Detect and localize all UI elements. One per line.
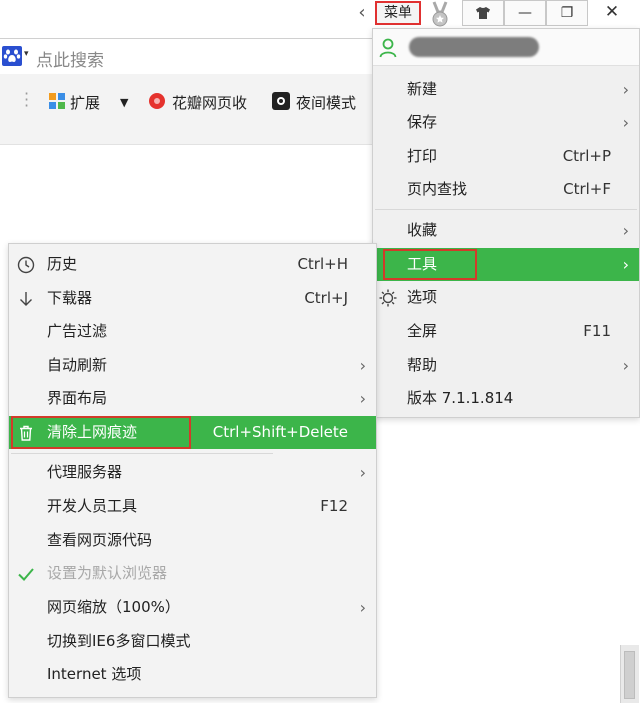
submenu-item-ie6-mode[interactable]: 切换到IE6多窗口模式 [9, 625, 376, 658]
submenu-item-devtools[interactable]: 开发人员工具 F12 [9, 490, 376, 523]
menu-item-label: 保存 [407, 113, 438, 131]
submenu-item-label: 查看网页源代码 [47, 531, 153, 549]
menu-item-shortcut: Ctrl+P [562, 147, 611, 165]
submenu-item-history[interactable]: 历史 Ctrl+H [9, 248, 376, 281]
submenu-item-label: 设置为默认浏览器 [47, 564, 168, 582]
submenu-item-internet-options[interactable]: Internet 选项 [9, 658, 376, 691]
menu-item-tools[interactable]: 工具 › [373, 248, 639, 281]
submenu-item-label: Internet 选项 [47, 665, 142, 683]
extension-toolbar: · · · 扩展 ▼ 花瓣网页收 夜间模式 [0, 74, 372, 145]
username-redacted [409, 37, 539, 57]
submenu-item-label: 开发人员工具 [47, 497, 138, 515]
submenu-item-clear-history[interactable]: 清除上网痕迹 Ctrl+Shift+Delete [9, 416, 376, 449]
menu-item-label: 全屏 [407, 322, 438, 340]
drag-handle-icon[interactable]: · · · [24, 86, 29, 114]
engine-dropdown-icon[interactable]: ▾ [24, 49, 29, 59]
submenu-item-shortcut: Ctrl+Shift+Delete [212, 423, 348, 441]
close-button[interactable]: ✕ [588, 0, 636, 26]
extension-dropdown-icon[interactable]: ▼ [120, 92, 128, 114]
menu-item-label: 打印 [407, 147, 438, 165]
menu-item-shortcut: F11 [583, 322, 611, 340]
user-account-row[interactable] [373, 29, 639, 66]
submenu-item-shortcut: Ctrl+H [297, 255, 348, 273]
menu-item-version: 版本 7.1.1.814 [373, 382, 639, 415]
title-bar: ‹ 菜单 — ❐ ✕ [0, 0, 640, 28]
download-arrow-icon [20, 292, 32, 306]
submenu-item-label: 界面布局 [47, 389, 108, 407]
submenu-item-label: 代理服务器 [47, 463, 123, 481]
menu-item-label: 工具 [407, 255, 438, 273]
night-mode-button[interactable]: 夜间模式 [296, 92, 356, 114]
medal-icon[interactable] [427, 0, 453, 28]
chevron-right-icon: › [622, 221, 629, 240]
version-label: 版本 7.1.1.814 [407, 389, 514, 407]
submenu-item-label: 广告过滤 [47, 322, 108, 340]
menu-item-favorites[interactable]: 收藏 › [373, 214, 639, 247]
submenu-item-label: 网页缩放（100%） [47, 598, 180, 616]
menu-item-help[interactable]: 帮助 › [373, 349, 639, 382]
submenu-item-downloader[interactable]: 下载器 Ctrl+J [9, 282, 376, 315]
menu-item-label: 选项 [407, 288, 438, 306]
submenu-item-view-source[interactable]: 查看网页源代码 [9, 524, 376, 557]
menu-item-label: 帮助 [407, 356, 438, 374]
submenu-item-shortcut: F12 [320, 497, 348, 515]
maximize-button[interactable]: ❐ [546, 0, 588, 26]
skin-button[interactable] [462, 0, 504, 26]
huaban-button[interactable]: 花瓣网页收 [172, 92, 247, 114]
night-mode-icon [272, 92, 290, 110]
menu-item-label: 收藏 [407, 221, 438, 239]
menu-item-find-in-page[interactable]: 页内查找 Ctrl+F [373, 173, 639, 206]
chevron-right-icon: › [622, 356, 629, 375]
menu-divider [11, 453, 273, 454]
search-input[interactable]: 点此搜索 [36, 46, 104, 71]
menu-item-options[interactable]: 选项 [373, 281, 639, 314]
extension-button[interactable]: 扩展 [70, 92, 100, 114]
baidu-paw-icon[interactable] [2, 46, 22, 66]
submenu-item-ad-filter[interactable]: 广告过滤 [9, 315, 376, 348]
menu-item-label: 新建 [407, 80, 438, 98]
checkmark-icon [18, 568, 34, 581]
submenu-item-set-default: 设置为默认浏览器 [9, 557, 376, 590]
chevron-right-icon: › [359, 389, 366, 408]
submenu-item-label: 自动刷新 [47, 356, 108, 374]
chevron-right-icon: › [359, 356, 366, 375]
extension-grid-icon [49, 93, 65, 109]
chevron-right-icon: › [622, 80, 629, 99]
submenu-item-label: 历史 [47, 255, 78, 273]
menu-item-new[interactable]: 新建 › [373, 73, 639, 106]
scrollbar-thumb[interactable] [624, 651, 635, 699]
main-menu: 新建 › 保存 › 打印 Ctrl+P 页内查找 Ctrl+F 收藏 › 工具 … [372, 28, 640, 418]
submenu-item-proxy[interactable]: 代理服务器 › [9, 456, 376, 489]
menu-divider [375, 209, 637, 210]
submenu-item-shortcut: Ctrl+J [304, 289, 348, 307]
menu-item-fullscreen[interactable]: 全屏 F11 [373, 315, 639, 348]
submenu-item-zoom[interactable]: 网页缩放（100%） › [9, 591, 376, 624]
menu-button[interactable]: 菜单 [375, 1, 421, 25]
menu-item-save[interactable]: 保存 › [373, 106, 639, 139]
gear-icon [379, 289, 397, 307]
submenu-item-label: 下载器 [47, 289, 93, 307]
chevron-right-icon: › [359, 598, 366, 617]
menu-item-label: 页内查找 [407, 180, 468, 198]
chevron-right-icon: › [359, 463, 366, 482]
submenu-item-label: 切换到IE6多窗口模式 [47, 632, 191, 650]
submenu-item-layout[interactable]: 界面布局 › [9, 382, 376, 415]
search-bar: ▾ 点此搜索 [0, 38, 372, 76]
minimize-button[interactable]: — [504, 0, 546, 26]
menu-item-shortcut: Ctrl+F [563, 180, 611, 198]
user-icon [379, 38, 397, 58]
scrollbar[interactable] [620, 645, 639, 703]
trash-icon [20, 425, 32, 441]
submenu-item-auto-refresh[interactable]: 自动刷新 › [9, 349, 376, 382]
tools-submenu: 历史 Ctrl+H 下载器 Ctrl+J 广告过滤 自动刷新 › 界面布局 › … [8, 243, 377, 698]
chevron-right-icon: › [622, 255, 629, 274]
clock-icon [17, 256, 35, 274]
huaban-icon [149, 93, 165, 109]
chevron-right-icon: › [622, 113, 629, 132]
tshirt-icon [476, 7, 490, 19]
chevron-left-icon[interactable]: ‹ [352, 2, 372, 24]
submenu-item-label: 清除上网痕迹 [47, 423, 138, 441]
menu-item-print[interactable]: 打印 Ctrl+P [373, 140, 639, 173]
